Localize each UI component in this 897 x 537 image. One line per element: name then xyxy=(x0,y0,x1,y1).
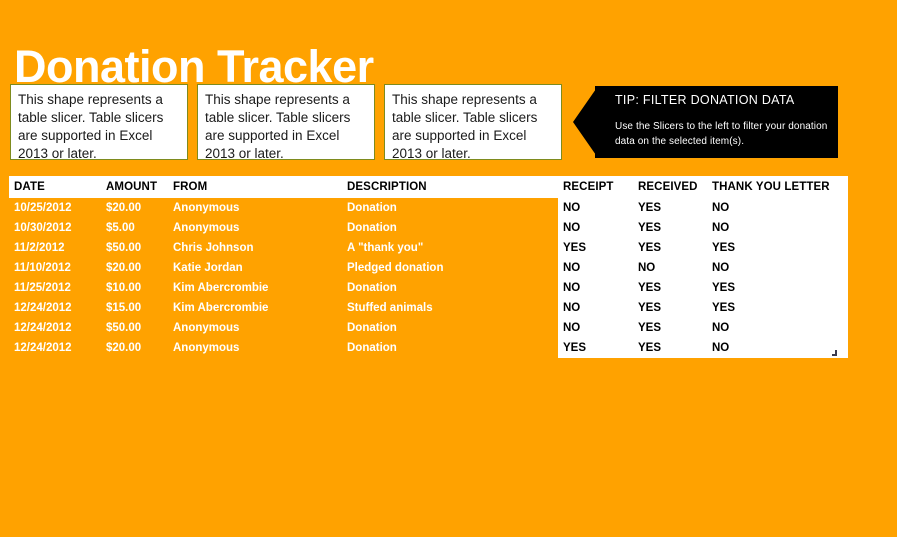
slicer-placeholder-text: This shape represents a table slicer. Ta… xyxy=(205,92,351,161)
cell-receipt[interactable]: NO xyxy=(558,298,638,318)
cell-receipt[interactable]: NO xyxy=(558,218,638,238)
cell-description[interactable]: Pledged donation xyxy=(347,258,558,278)
cell-received[interactable]: YES xyxy=(638,318,712,338)
table-row[interactable]: 11/10/2012 $20.00 Katie Jordan Pledged dona… xyxy=(9,258,848,278)
slicer-placeholder-text: This shape represents a table slicer. Ta… xyxy=(18,92,164,161)
table-row[interactable]: 12/24/2012 $50.00 Anonymous Donation NO YES NO xyxy=(9,318,848,338)
table-row[interactable]: 12/24/2012 $15.00 Kim Abercrombie Stuffed a… xyxy=(9,298,848,318)
cell-from[interactable]: Anonymous xyxy=(173,218,347,238)
cell-received[interactable]: YES xyxy=(638,198,712,218)
donation-table-header: DATE AMOUNT FROM DESCRIPTION RECEIPT REC… xyxy=(9,176,848,198)
table-row[interactable]: 11/25/2012 $10.00 Kim Abercrombie Donation N… xyxy=(9,278,848,298)
cell-amount[interactable]: $20.00 xyxy=(106,258,173,278)
cell-thank-you-letter[interactable]: NO xyxy=(712,318,848,338)
cell-receipt[interactable]: YES xyxy=(558,338,638,358)
cell-received[interactable]: YES xyxy=(638,298,712,318)
cell-date[interactable]: 10/30/2012 xyxy=(9,218,106,238)
tip-callout-content: TIP: FILTER DONATION DATA Use the Slicer… xyxy=(615,93,830,149)
table-header-row: DATE AMOUNT FROM DESCRIPTION RECEIPT REC… xyxy=(9,176,848,198)
cell-receipt[interactable]: NO xyxy=(558,198,638,218)
slicer-placeholder-2[interactable]: This shape represents a table slicer. Ta… xyxy=(197,84,375,161)
cell-received[interactable]: NO xyxy=(638,258,712,278)
cell-received[interactable]: YES xyxy=(638,218,712,238)
cell-receipt[interactable]: NO xyxy=(558,278,638,298)
cell-amount[interactable]: $15.00 xyxy=(106,298,173,318)
cell-description[interactable]: A "thank you" xyxy=(347,238,558,258)
cell-amount[interactable]: $50.00 xyxy=(106,318,173,338)
cell-amount[interactable]: $20.00 xyxy=(106,198,173,218)
cell-description[interactable]: Donation xyxy=(347,338,558,358)
table-row[interactable]: 12/24/2012 $20.00 Anonymous Donation YES YES N… xyxy=(9,338,848,358)
cell-thank-you-letter[interactable]: NO xyxy=(712,338,848,358)
donation-table: DATE AMOUNT FROM DESCRIPTION RECEIPT REC… xyxy=(9,176,848,358)
cell-amount[interactable]: $50.00 xyxy=(106,238,173,258)
column-header-received[interactable]: RECEIVED xyxy=(638,176,712,198)
tip-callout-title: TIP: FILTER DONATION DATA xyxy=(615,93,795,107)
column-header-thank-you-letter[interactable]: THANK YOU LETTER xyxy=(712,176,848,198)
cell-thank-you-letter[interactable]: NO xyxy=(712,258,848,278)
slicer-placeholder-1[interactable]: This shape represents a table slicer. Ta… xyxy=(10,84,188,161)
resize-grip-bar-horizontal xyxy=(832,354,837,356)
cell-thank-you-letter[interactable]: YES xyxy=(712,298,848,318)
cell-date[interactable]: 11/25/2012 xyxy=(9,278,106,298)
cell-date[interactable]: 12/24/2012 xyxy=(9,298,106,318)
cell-amount[interactable]: $5.00 xyxy=(106,218,173,238)
tip-callout: TIP: FILTER DONATION DATA Use the Slicer… xyxy=(573,86,838,158)
cell-from[interactable]: Katie Jordan xyxy=(173,258,347,278)
cell-date[interactable]: 12/24/2012 xyxy=(9,338,106,358)
cell-description[interactable]: Stuffed animals xyxy=(347,298,558,318)
cell-date[interactable]: 10/25/2012 xyxy=(9,198,106,218)
cell-thank-you-letter[interactable]: NO xyxy=(712,218,848,238)
slicer-placeholder-text: This shape represents a table slicer. Ta… xyxy=(392,92,538,161)
cell-from[interactable]: Anonymous xyxy=(173,198,347,218)
table-row[interactable]: 10/30/2012 $5.00 Anonymous Donation NO YES NO xyxy=(9,218,848,238)
cell-received[interactable]: YES xyxy=(638,338,712,358)
cell-from[interactable]: Kim Abercrombie xyxy=(173,278,347,298)
cell-received[interactable]: YES xyxy=(638,278,712,298)
cell-date[interactable]: 12/24/2012 xyxy=(9,318,106,338)
column-header-date[interactable]: DATE xyxy=(9,176,106,198)
slicer-placeholder-3[interactable]: This shape represents a table slicer. Ta… xyxy=(384,84,562,161)
column-header-description[interactable]: DESCRIPTION xyxy=(347,176,558,198)
cell-thank-you-letter[interactable]: YES xyxy=(712,238,848,258)
cell-from[interactable]: Kim Abercrombie xyxy=(173,298,347,318)
cell-date[interactable]: 11/2/2012 xyxy=(9,238,106,258)
cell-date[interactable]: 11/10/2012 xyxy=(9,258,106,278)
cell-receipt[interactable]: NO xyxy=(558,258,638,278)
table-row[interactable]: 10/25/2012 $20.00 Anonymous Donation NO YES NO xyxy=(9,198,848,218)
cell-from[interactable]: Anonymous xyxy=(173,338,347,358)
table-row[interactable]: 11/2/2012 $50.00 Chris Johnson A "thank you… xyxy=(9,238,848,258)
tip-callout-body: Use the Slicers to the left to filter yo… xyxy=(615,121,828,147)
cell-amount[interactable]: $10.00 xyxy=(106,278,173,298)
column-header-amount[interactable]: AMOUNT xyxy=(106,176,173,198)
cell-receipt[interactable]: NO xyxy=(558,318,638,338)
table-resize-grip[interactable] xyxy=(831,350,837,356)
cell-thank-you-letter[interactable]: YES xyxy=(712,278,848,298)
cell-from[interactable]: Anonymous xyxy=(173,318,347,338)
donation-table-body: 10/25/2012 $20.00 Anonymous Donation NO YES NO… xyxy=(9,198,848,358)
cell-thank-you-letter[interactable]: NO xyxy=(712,198,848,218)
column-header-receipt[interactable]: RECEIPT xyxy=(558,176,638,198)
cell-description[interactable]: Donation xyxy=(347,218,558,238)
slicer-placeholder-row: This shape represents a table slicer. Ta… xyxy=(10,84,562,161)
cell-amount[interactable]: $20.00 xyxy=(106,338,173,358)
cell-receipt[interactable]: YES xyxy=(558,238,638,258)
cell-from[interactable]: Chris Johnson xyxy=(173,238,347,258)
cell-description[interactable]: Donation xyxy=(347,318,558,338)
cell-received[interactable]: YES xyxy=(638,238,712,258)
cell-description[interactable]: Donation xyxy=(347,278,558,298)
column-header-from[interactable]: FROM xyxy=(173,176,347,198)
resize-grip-bar-vertical xyxy=(835,350,837,354)
cell-description[interactable]: Donation xyxy=(347,198,558,218)
